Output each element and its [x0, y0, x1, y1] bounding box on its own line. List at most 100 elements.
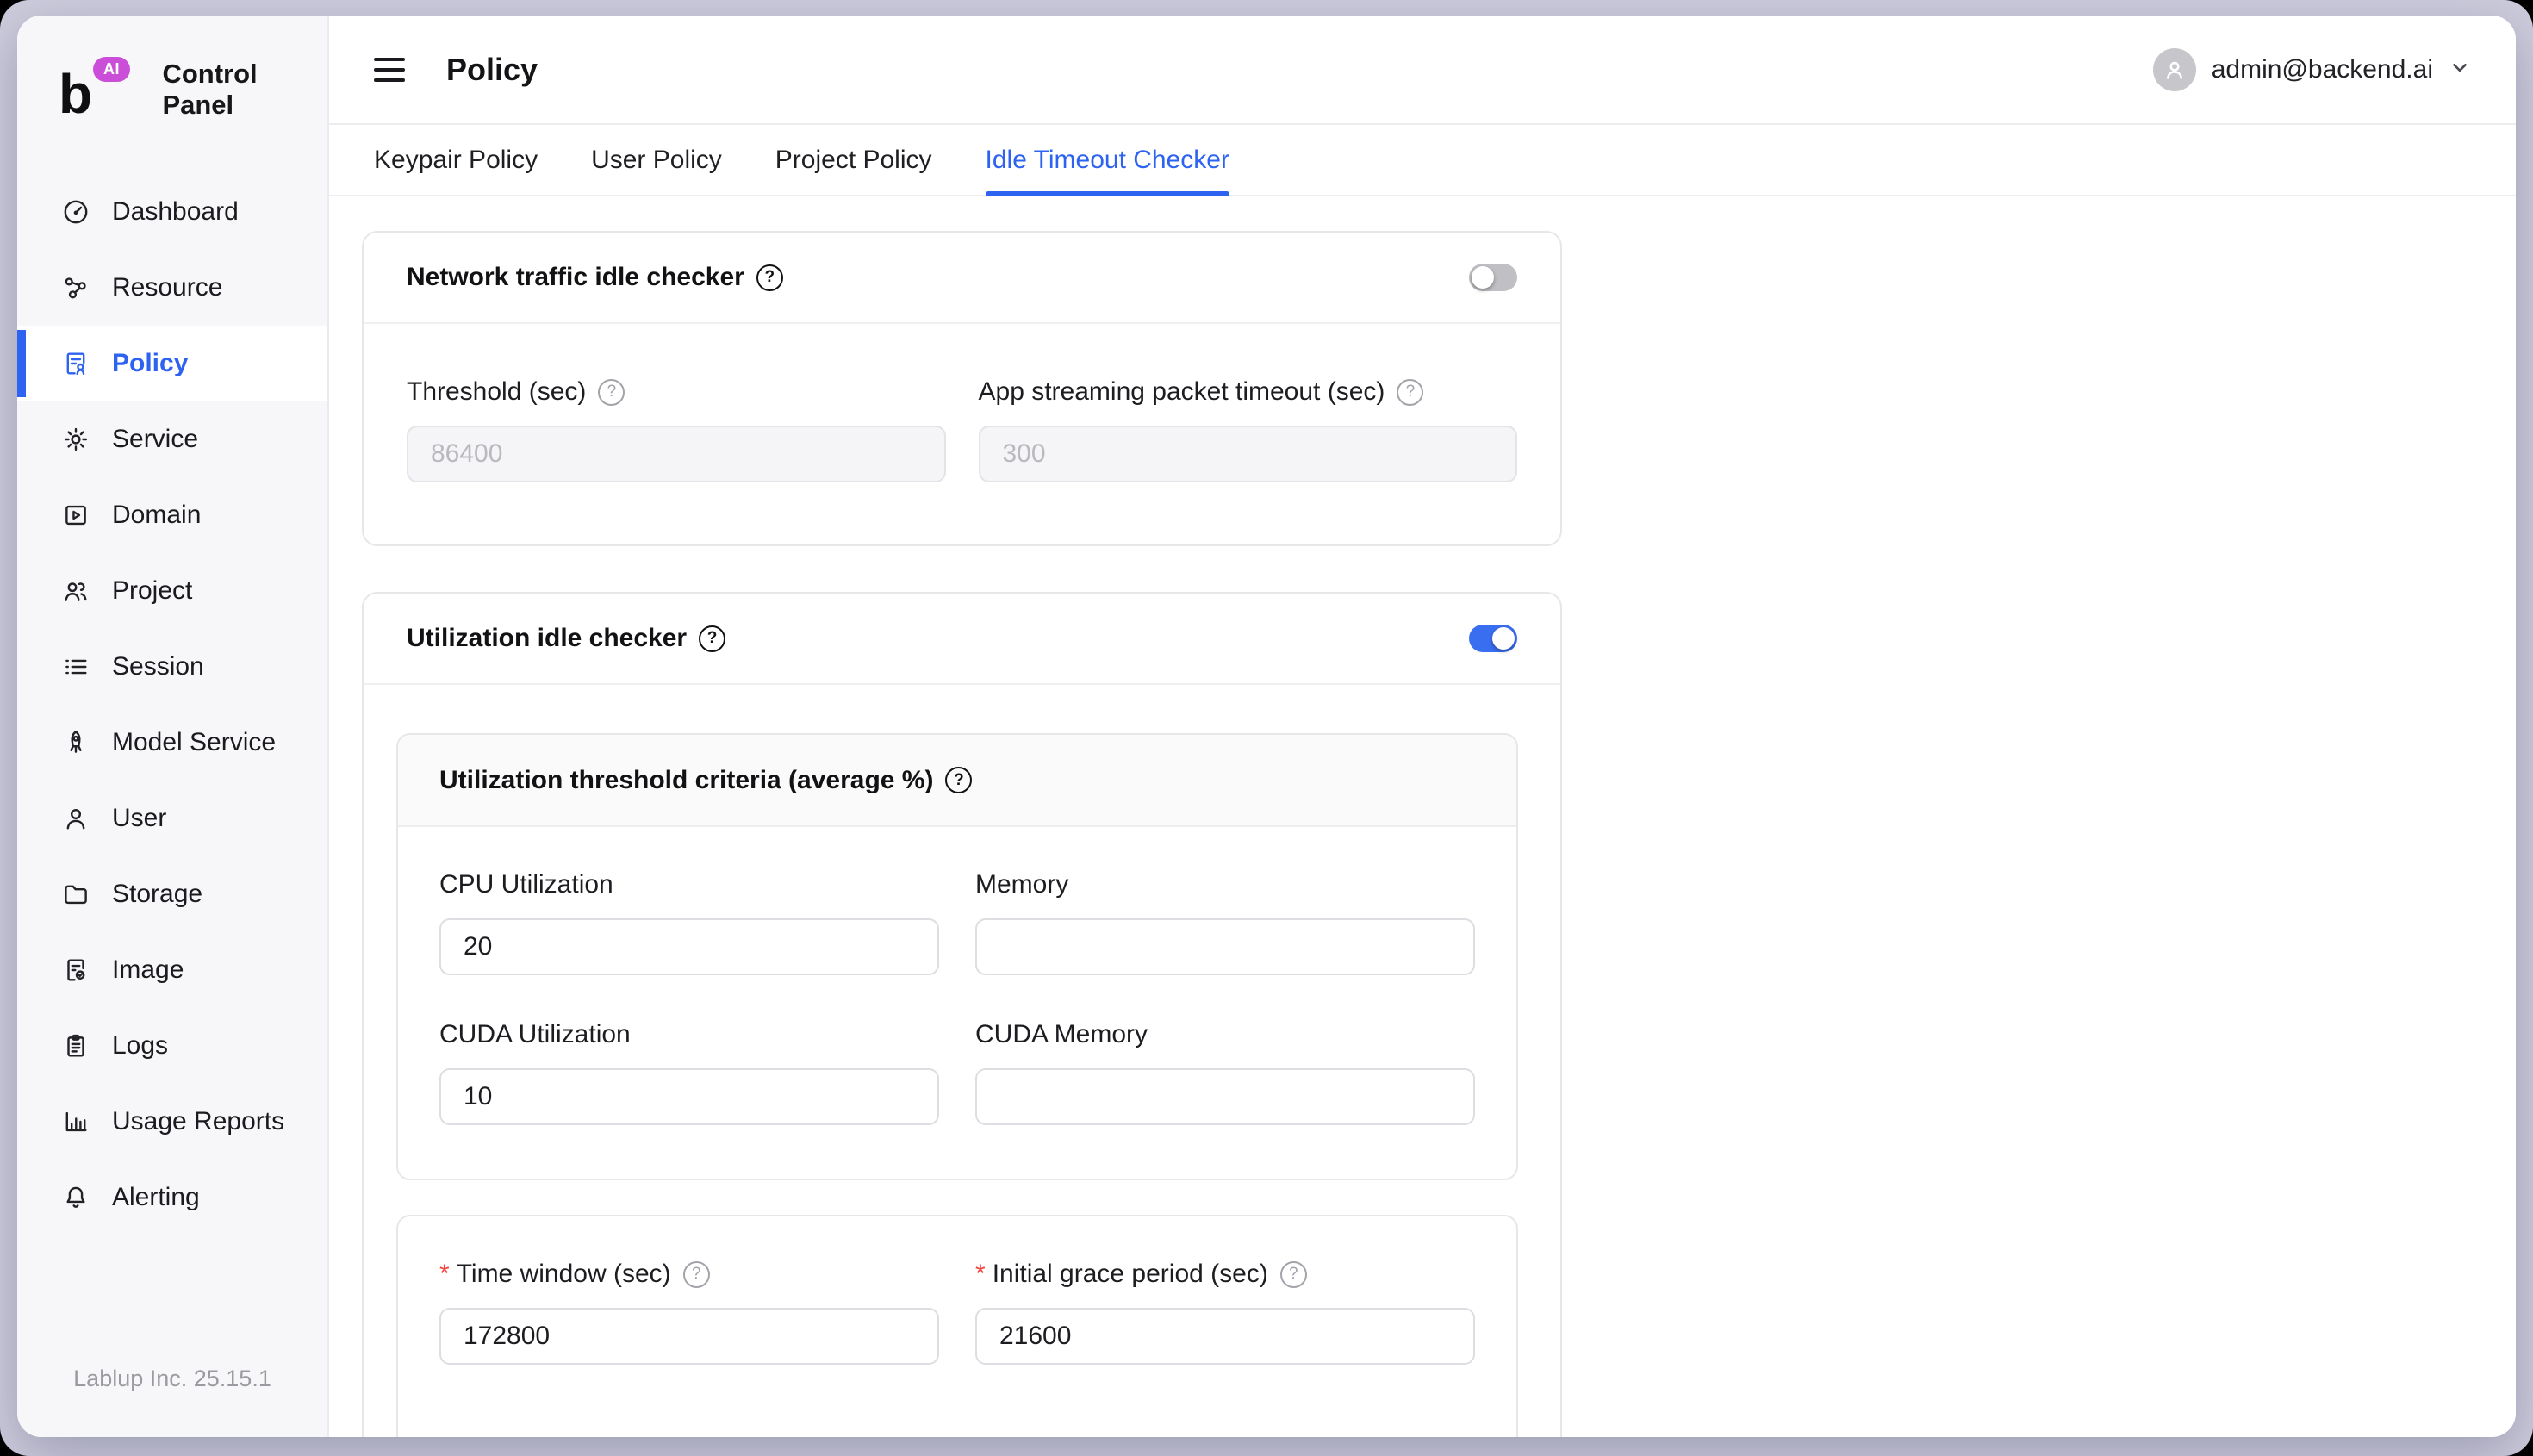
time-window-label-row: Time window (sec) [439, 1260, 939, 1289]
threshold-criteria-body: CPU Utilization Memory CUDA Utilization [398, 827, 1516, 1179]
main-header: Policy admin@backend.ai [329, 16, 2516, 125]
tab-user-policy[interactable]: User Policy [591, 125, 722, 195]
sidebar-item-label: Logs [112, 1031, 168, 1061]
cpu-utilization-field: CPU Utilization [439, 870, 939, 975]
play-square-icon [60, 500, 91, 531]
brand-logo: b AI Control Panel [17, 16, 327, 121]
sidebar-item-model-service[interactable]: Model Service [17, 705, 327, 781]
grace-period-field: Initial grace period (sec) [975, 1260, 1475, 1365]
sidebar: b AI Control Panel Dashboard Resource Po… [17, 16, 329, 1437]
sidebar-item-label: Project [112, 576, 192, 606]
cuda-utilization-input[interactable] [439, 1068, 939, 1125]
help-icon[interactable] [945, 767, 972, 793]
sidebar-nav: Dashboard Resource Policy Service Domain… [17, 174, 327, 1235]
app-streaming-label: App streaming packet timeout (sec) [979, 377, 1385, 407]
gear-icon [60, 424, 91, 455]
sidebar-item-label: Service [112, 425, 198, 454]
sidebar-item-domain[interactable]: Domain [17, 477, 327, 553]
sidebar-item-project[interactable]: Project [17, 553, 327, 629]
threshold-criteria-header: Utilization threshold criteria (average … [398, 735, 1516, 827]
help-icon[interactable] [1397, 379, 1423, 406]
help-icon[interactable] [683, 1261, 710, 1288]
user-menu[interactable]: admin@backend.ai [2153, 48, 2471, 91]
threshold-field: Threshold (sec) [407, 377, 946, 482]
cuda-utilization-field: CUDA Utilization [439, 1020, 939, 1125]
sidebar-item-session[interactable]: Session [17, 629, 327, 705]
sidebar-item-policy[interactable]: Policy [17, 326, 327, 401]
logo-letter: b [59, 68, 92, 121]
app-streaming-timeout-field: App streaming packet timeout (sec) [979, 377, 1518, 482]
network-card-title-row: Network traffic idle checker [407, 263, 783, 292]
main-area: Policy admin@backend.ai Keypair Policy U… [329, 16, 2516, 1437]
toggle-knob [1492, 627, 1515, 650]
backend-ai-logo: b AI [59, 59, 150, 121]
sidebar-item-usage-reports[interactable]: Usage Reports [17, 1084, 327, 1160]
threshold-input [407, 426, 946, 482]
team-icon [60, 576, 91, 607]
network-card-title: Network traffic idle checker [407, 263, 744, 292]
network-card-header: Network traffic idle checker [364, 233, 1560, 324]
user-email: admin@backend.ai [2212, 55, 2433, 84]
sidebar-item-label: Image [112, 955, 184, 985]
sidebar-item-storage[interactable]: Storage [17, 856, 327, 932]
bar-chart-icon [60, 1106, 91, 1137]
help-icon[interactable] [699, 625, 725, 652]
sidebar-item-alerting[interactable]: Alerting [17, 1160, 327, 1235]
ai-badge: AI [93, 57, 130, 82]
sidebar-item-label: Resource [112, 273, 222, 302]
help-icon[interactable] [1280, 1261, 1307, 1288]
grace-period-input[interactable] [975, 1308, 1475, 1365]
sidebar-item-label: Storage [112, 880, 202, 909]
cuda-memory-input[interactable] [975, 1068, 1475, 1125]
threshold-criteria-title: Utilization threshold criteria (average … [439, 766, 933, 795]
threshold-label-row: Threshold (sec) [407, 377, 946, 407]
sidebar-item-resource[interactable]: Resource [17, 250, 327, 326]
sidebar-item-label: Usage Reports [112, 1107, 284, 1136]
cpu-utilization-input[interactable] [439, 918, 939, 975]
desktop-background: b AI Control Panel Dashboard Resource Po… [0, 0, 2533, 1456]
sidebar-item-dashboard[interactable]: Dashboard [17, 174, 327, 250]
sidebar-item-label: Session [112, 652, 204, 681]
utilization-card-body: Utilization threshold criteria (average … [364, 685, 1560, 1437]
sidebar-item-label: Policy [112, 349, 188, 378]
sidebar-item-label: Alerting [112, 1183, 200, 1212]
toggle-knob [1472, 266, 1494, 289]
sidebar-item-image[interactable]: Image [17, 932, 327, 1008]
memory-input[interactable] [975, 918, 1475, 975]
timing-card: Time window (sec) Initial grace period (… [396, 1215, 1518, 1437]
tab-idle-timeout-checker[interactable]: Idle Timeout Checker [986, 125, 1229, 195]
threshold-criteria-card: Utilization threshold criteria (average … [396, 733, 1518, 1180]
sidebar-item-service[interactable]: Service [17, 401, 327, 477]
utilization-idle-checker-toggle[interactable] [1469, 625, 1517, 652]
clipboard-icon [60, 1030, 91, 1061]
grace-period-label-row: Initial grace period (sec) [975, 1260, 1475, 1289]
help-icon[interactable] [756, 264, 783, 291]
timing-card-body: Time window (sec) Initial grace period (… [398, 1216, 1516, 1418]
grace-period-label: Initial grace period (sec) [975, 1260, 1268, 1289]
utilization-idle-checker-card: Utilization idle checker Utilization thr… [362, 592, 1562, 1437]
app-streaming-label-row: App streaming packet timeout (sec) [979, 377, 1518, 407]
avatar [2153, 48, 2196, 91]
time-window-input[interactable] [439, 1308, 939, 1365]
brand-title: Control Panel [162, 59, 327, 121]
chevron-down-icon [2449, 56, 2471, 83]
memory-field: Memory [975, 870, 1475, 975]
sidebar-item-label: Domain [112, 501, 201, 530]
sidebar-item-label: Model Service [112, 728, 276, 757]
tab-keypair-policy[interactable]: Keypair Policy [374, 125, 538, 195]
network-idle-checker-toggle[interactable] [1469, 264, 1517, 291]
cpu-utilization-label: CPU Utilization [439, 870, 939, 899]
policy-icon [60, 348, 91, 379]
threshold-label: Threshold (sec) [407, 377, 586, 407]
doc-check-icon [60, 955, 91, 986]
sidebar-item-user[interactable]: User [17, 781, 327, 856]
sidebar-toggle-button[interactable] [374, 58, 405, 82]
utilization-card-header: Utilization idle checker [364, 594, 1560, 685]
tab-project-policy[interactable]: Project Policy [775, 125, 932, 195]
sidebar-item-logs[interactable]: Logs [17, 1008, 327, 1084]
cuda-utilization-label: CUDA Utilization [439, 1020, 939, 1049]
help-icon[interactable] [598, 379, 625, 406]
cuda-memory-field: CUDA Memory [975, 1020, 1475, 1125]
policy-tabs: Keypair Policy User Policy Project Polic… [329, 125, 2516, 196]
time-window-label: Time window (sec) [439, 1260, 671, 1289]
